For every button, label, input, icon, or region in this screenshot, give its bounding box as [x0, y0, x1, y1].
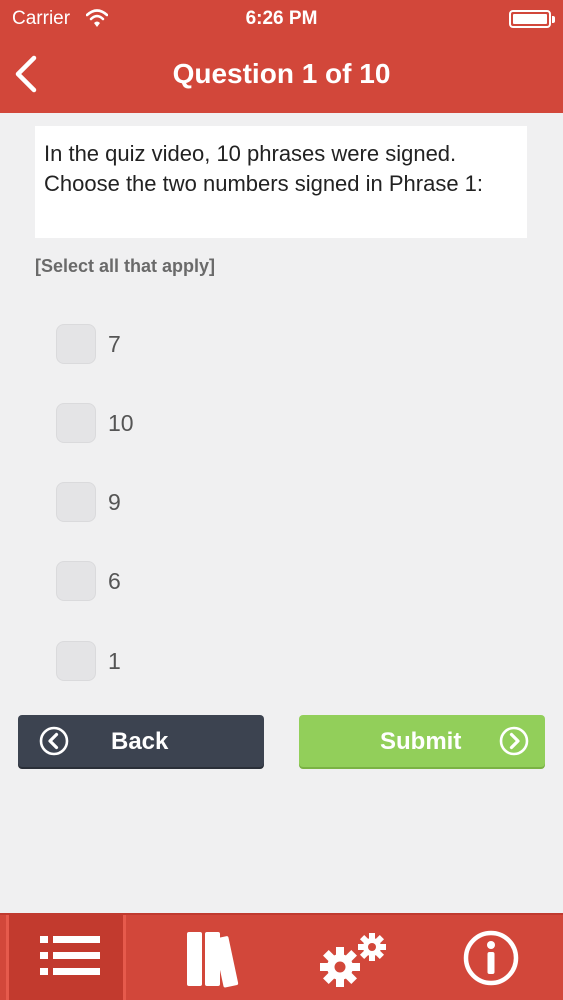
tab-bar	[0, 913, 563, 1000]
nav-bar: Question 1 of 10	[0, 38, 563, 113]
option-label: 6	[108, 568, 121, 594]
option-item[interactable]: 6	[56, 561, 356, 601]
info-icon	[463, 930, 519, 986]
page-title: Question 1 of 10	[172, 58, 391, 89]
option-label: 10	[108, 410, 134, 436]
back-button[interactable]: Back	[18, 715, 264, 767]
status-bar: Carrier 6:26 PM	[0, 0, 563, 38]
circle-left-arrow-icon	[39, 726, 69, 756]
books-icon	[187, 932, 239, 988]
tab-library[interactable]	[150, 915, 270, 1000]
option-label: 1	[108, 648, 121, 674]
list-icon	[40, 936, 100, 975]
option-item[interactable]: 1	[56, 641, 356, 681]
header-bar: Carrier 6:26 PM Question 1 of 10	[0, 0, 563, 113]
option-item[interactable]: 10	[56, 403, 356, 443]
checkbox[interactable]	[56, 641, 96, 681]
option-label: 9	[108, 489, 121, 515]
tab-info[interactable]	[440, 915, 560, 1000]
checkbox[interactable]	[56, 403, 96, 443]
checkbox[interactable]	[56, 324, 96, 364]
back-button-label: Back	[111, 728, 169, 755]
tab-settings[interactable]	[290, 915, 410, 1000]
option-item[interactable]: 9	[56, 482, 356, 522]
checkbox[interactable]	[56, 561, 96, 601]
circle-right-arrow-icon	[499, 726, 529, 756]
status-time: 6:26 PM	[245, 8, 318, 29]
gears-icon	[320, 933, 386, 987]
submit-button-label: Submit	[380, 728, 462, 755]
select-hint: [Select all that apply]	[35, 256, 216, 276]
battery-icon	[509, 10, 555, 28]
submit-button[interactable]: Submit	[299, 715, 545, 767]
tab-questions[interactable]	[6, 915, 126, 1000]
option-label: 7	[108, 331, 121, 357]
question-text: In the quiz video, 10 phrases were signe…	[35, 126, 527, 238]
option-item[interactable]: 7	[56, 324, 356, 364]
checkbox[interactable]	[56, 482, 96, 522]
